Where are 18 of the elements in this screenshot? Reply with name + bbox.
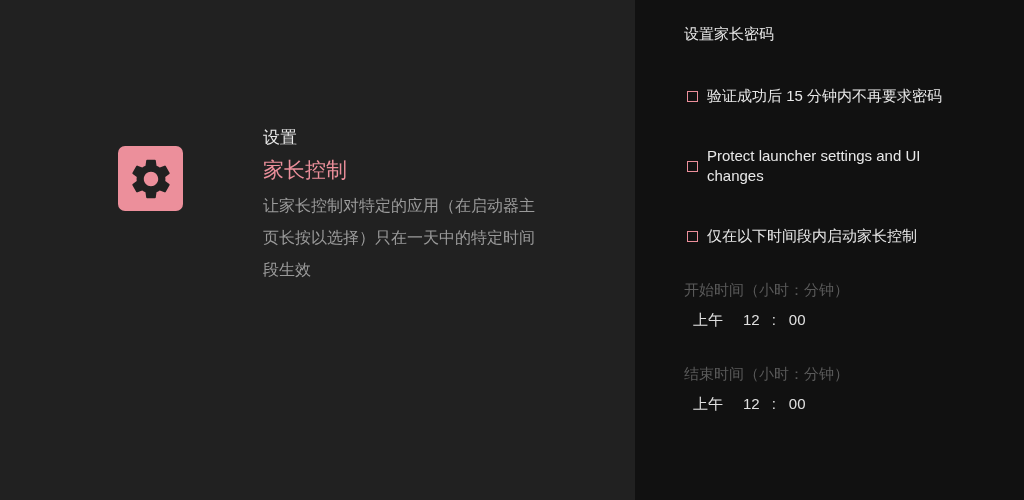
time-label: 开始时间（小时：分钟） <box>684 280 850 300</box>
checkbox-option[interactable]: 仅在以下时间段内启动家长控制 <box>684 214 1024 258</box>
option-label: 仅在以下时间段内启动家长控制 <box>707 226 918 246</box>
time-separator: : <box>771 394 776 414</box>
option-label: 验证成功后 15 分钟内不再要求密码 <box>707 86 944 106</box>
time-separator: : <box>771 310 776 330</box>
section-heading: 设置家长密码 <box>684 24 775 44</box>
time-label: 结束时间（小时：分钟） <box>684 364 850 384</box>
checkbox-option[interactable]: 验证成功后 15 分钟内不再要求密码 <box>684 74 1024 118</box>
page-title: 家长控制 <box>263 157 348 183</box>
breadcrumb: 设置 <box>263 127 298 149</box>
description: 让家长控制对特定的应用（在启动器主页长按以选择）只在一天中的特定时间段生效 <box>263 196 536 280</box>
checkbox[interactable] <box>687 160 698 172</box>
settings-icon <box>118 146 183 211</box>
checkbox[interactable] <box>687 90 698 102</box>
option-label: Protect launcher settings and UI changes <box>707 146 922 186</box>
checkbox[interactable] <box>687 230 698 242</box>
checkbox-option[interactable]: Protect launcher settings and UI changes <box>684 144 1024 188</box>
